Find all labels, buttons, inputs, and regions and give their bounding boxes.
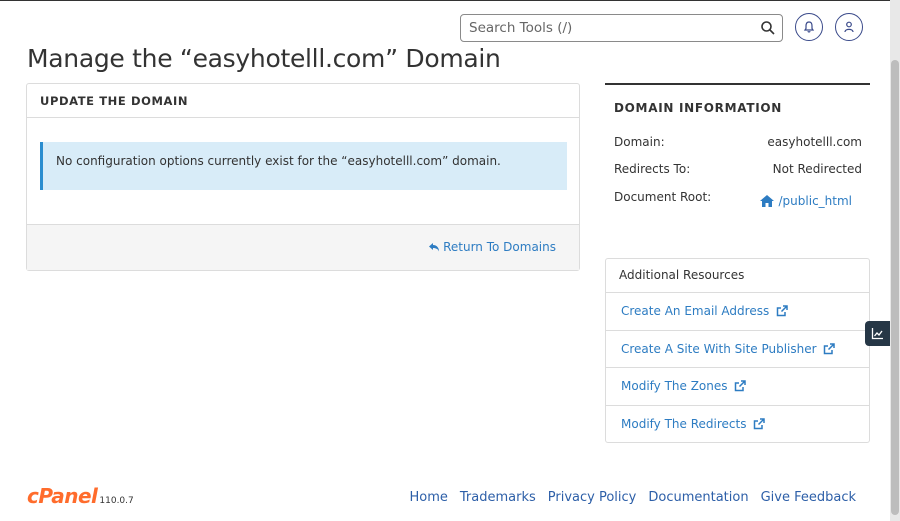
domain-info-heading: DOMAIN INFORMATION — [614, 101, 783, 115]
resource-label: Create A Site With Site Publisher — [621, 341, 817, 356]
footer-link-give-feedback[interactable]: Give Feedback — [761, 490, 856, 505]
search-icon[interactable] — [760, 20, 776, 36]
page-scrollbar[interactable] — [890, 0, 900, 521]
cpanel-logo[interactable]: cPanel 110.0.7 — [27, 484, 134, 508]
footer-link-trademarks[interactable]: Trademarks — [460, 490, 536, 505]
search-input[interactable] — [461, 15, 751, 41]
divider — [605, 83, 870, 85]
panel-heading: UPDATE THE DOMAIN — [27, 84, 579, 118]
version-label: 110.0.7 — [99, 496, 134, 506]
brand-name: cPanel — [27, 484, 98, 508]
search-box[interactable] — [460, 14, 783, 42]
return-label: Return To Domains — [443, 240, 556, 254]
external-link-icon — [824, 342, 836, 354]
home-icon — [759, 195, 774, 207]
resource-link-site-publisher[interactable]: Create A Site With Site Publisher — [606, 331, 869, 368]
document-root-value: /public_html — [778, 194, 852, 208]
user-menu-button[interactable] — [835, 13, 863, 41]
update-domain-panel: UPDATE THE DOMAIN No configuration optio… — [26, 83, 580, 271]
external-link-icon — [754, 417, 766, 429]
page-title: Manage the “easyhotelll.com” Domain — [27, 44, 501, 73]
footer-link-privacy-policy[interactable]: Privacy Policy — [548, 490, 637, 505]
info-label: Domain: — [614, 135, 665, 149]
resource-label: Create An Email Address — [621, 304, 770, 318]
info-label: Document Root: — [614, 190, 712, 204]
footer-link-documentation[interactable]: Documentation — [648, 490, 748, 505]
resource-label: Modify The Zones — [621, 379, 728, 393]
info-value: easyhotelll.com — [767, 135, 862, 149]
resource-label: Modify The Redirects — [621, 416, 747, 431]
resource-link-redirects[interactable]: Modify The Redirects — [606, 406, 869, 444]
info-label: Redirects To: — [614, 162, 691, 176]
resources-heading: Additional Resources — [606, 259, 869, 293]
panel-footer: Return To Domains — [27, 224, 579, 270]
footer-nav: Home Trademarks Privacy Policy Documentatio… — [397, 490, 856, 505]
info-value: Not Redirected — [772, 162, 862, 176]
info-alert: No configuration options currently exist… — [40, 142, 567, 190]
chart-icon — [871, 328, 883, 340]
resource-link-email[interactable]: Create An Email Address — [606, 293, 869, 331]
user-icon — [844, 21, 854, 33]
external-link-icon — [735, 380, 747, 392]
return-to-domains-link[interactable]: Return To Domains — [428, 240, 556, 254]
return-arrow-icon — [429, 243, 440, 252]
bell-icon — [803, 21, 815, 33]
stats-panel-toggle[interactable] — [865, 321, 890, 346]
resource-link-zones[interactable]: Modify The Zones — [606, 368, 869, 406]
document-root-link[interactable]: /public_html — [759, 194, 852, 208]
scrollbar-thumb[interactable] — [891, 60, 899, 515]
footer-link-home[interactable]: Home — [409, 490, 447, 505]
notifications-button[interactable] — [795, 13, 823, 41]
additional-resources: Additional Resources Create An Email Add… — [605, 258, 870, 443]
external-link-icon — [776, 305, 788, 317]
